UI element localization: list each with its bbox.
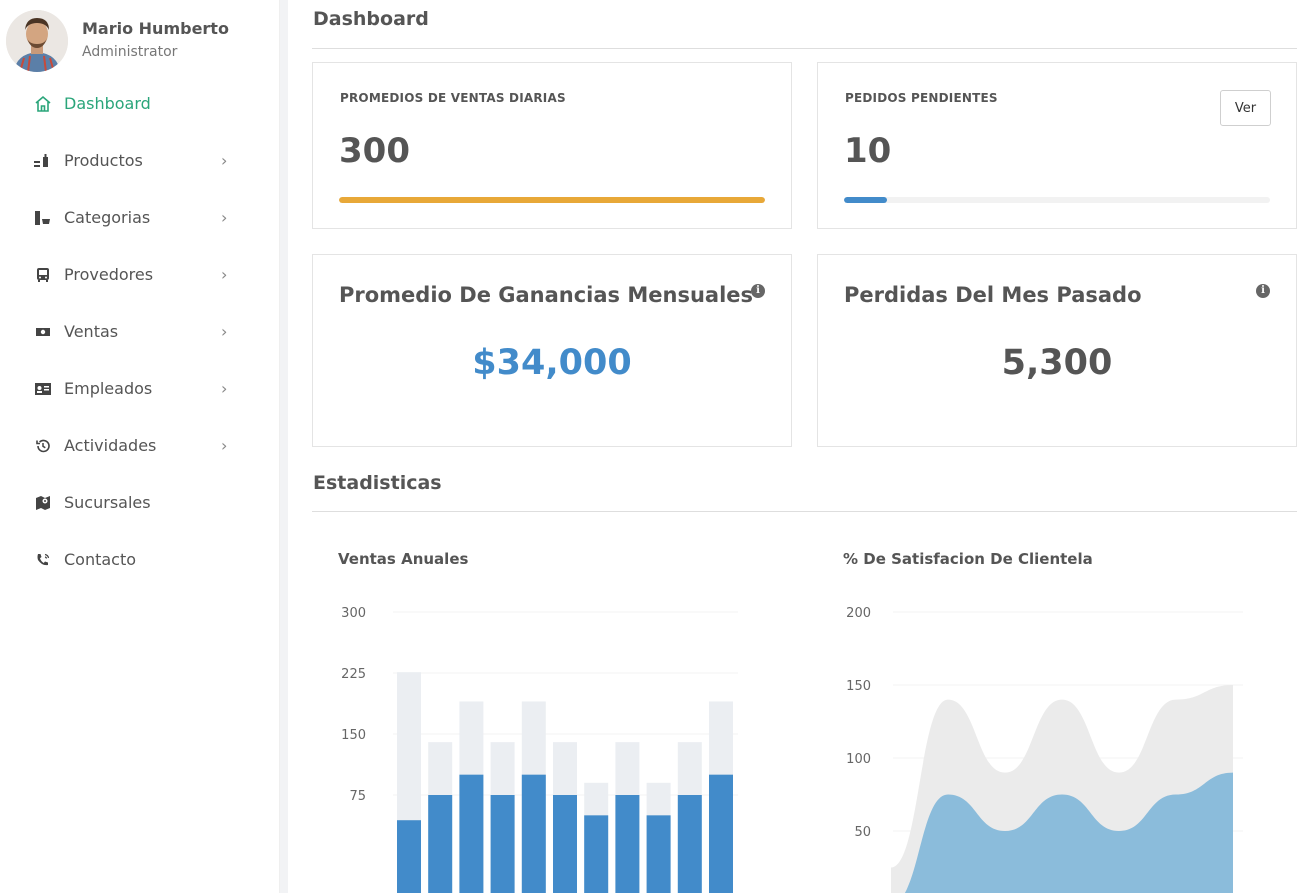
losses-value: 5,300 [1001, 343, 1113, 383]
bar [646, 815, 671, 893]
id-card-icon [33, 380, 53, 398]
sidebar-nav: Dashboard Productos › Categorias › Prove… [0, 75, 280, 588]
page-title: Dashboard [313, 8, 429, 30]
info-icon[interactable]: i [751, 284, 765, 298]
sidebar-item-ventas[interactable]: Ventas › [0, 303, 280, 360]
sidebar-item-label: Contacto [64, 550, 137, 569]
y-tick-label: 200 [846, 606, 871, 621]
bus-icon [33, 266, 53, 284]
annual-sales-chart: 75 150 225 300 [341, 606, 738, 893]
bar [677, 795, 702, 893]
info-icon[interactable]: i [1256, 284, 1270, 298]
sidebar-item-label: Productos [64, 151, 143, 170]
bar [397, 820, 421, 893]
avatar-image [6, 10, 68, 72]
stats-title: Estadisticas [313, 472, 442, 494]
map-marker-icon [33, 494, 53, 512]
monthly-profit-label: Promedio De Ganancias Mensuales [339, 283, 754, 307]
bar [521, 774, 546, 893]
history-icon [33, 437, 53, 455]
sidebar-item-label: Ventas [64, 322, 119, 341]
sidebar-item-label: Empleados [64, 379, 153, 398]
bar [553, 795, 577, 893]
losses-label: Perdidas Del Mes Pasado [844, 283, 1142, 307]
sidebar-item-label: Categorias [64, 208, 151, 227]
y-tick-label: 150 [846, 679, 871, 694]
phone-icon [33, 551, 53, 569]
losses-card: Perdidas Del Mes Pasado i 5,300 [817, 254, 1297, 447]
money-icon [33, 323, 53, 341]
profile-name: Mario Humberto [82, 19, 229, 38]
daily-sales-label: PROMEDIOS DE VENTAS DIARIAS [340, 91, 566, 105]
monthly-profit-card: Promedio De Ganancias Mensuales i $34,00… [312, 254, 792, 447]
pending-orders-value: 10 [844, 131, 892, 171]
title-divider [312, 48, 1297, 49]
pending-orders-progress-fill [844, 197, 887, 203]
y-tick-label: 100 [846, 752, 871, 767]
sidebar-item-label: Provedores [64, 265, 154, 284]
satisfaction-title: % De Satisfacion De Clientela [843, 550, 1093, 568]
chevron-right-icon: › [221, 435, 228, 455]
sidebar-divider [280, 0, 288, 893]
profile-role: Administrator [82, 44, 178, 60]
daily-sales-progress-fill [339, 197, 765, 203]
y-tick-label: 300 [341, 606, 366, 621]
sidebar-item-contacto[interactable]: Contacto [0, 531, 280, 588]
chevron-right-icon: › [221, 150, 228, 170]
sidebar-item-label: Sucursales [64, 493, 151, 512]
products-icon [33, 152, 53, 170]
home-icon [33, 95, 53, 113]
view-orders-button[interactable]: Ver [1220, 90, 1271, 126]
bar [428, 795, 453, 893]
pending-orders-card: PEDIDOS PENDIENTES Ver 10 [817, 62, 1297, 229]
categories-icon [33, 209, 53, 227]
sidebar-item-productos[interactable]: Productos › [0, 132, 280, 189]
y-tick-label: 50 [854, 825, 871, 840]
sidebar-item-dashboard[interactable]: Dashboard [0, 75, 280, 132]
annual-sales-title: Ventas Anuales [338, 550, 469, 568]
main-content: Dashboard PROMEDIOS DE VENTAS DIARIAS 30… [288, 0, 1297, 893]
y-tick-label: 225 [341, 667, 366, 682]
stats-divider [312, 511, 1297, 512]
y-tick-label: 75 [349, 789, 366, 804]
sidebar-item-actividades[interactable]: Actividades › [0, 417, 280, 474]
bar [615, 795, 640, 893]
sidebar-item-empleados[interactable]: Empleados › [0, 360, 280, 417]
chevron-right-icon: › [221, 264, 228, 284]
daily-sales-progress [339, 197, 765, 203]
sidebar-item-label: Actividades [64, 436, 157, 455]
user-profile[interactable]: Mario Humberto Administrator [6, 10, 276, 72]
satisfaction-chart: 50 100 150 200 [846, 606, 1243, 893]
chevron-right-icon: › [221, 321, 228, 341]
sidebar-item-label: Dashboard [64, 94, 151, 113]
bar [709, 774, 733, 893]
chevron-right-icon: › [221, 207, 228, 227]
monthly-profit-value: $34,000 [472, 343, 632, 383]
bar [584, 815, 609, 893]
sidebar: Mario Humberto Administrator Dashboard P… [0, 0, 280, 893]
pending-orders-progress [844, 197, 1270, 203]
daily-sales-card: PROMEDIOS DE VENTAS DIARIAS 300 [312, 62, 792, 229]
bar [490, 795, 515, 893]
y-tick-label: 150 [341, 728, 366, 743]
pending-orders-label: PEDIDOS PENDIENTES [845, 91, 998, 105]
bar [459, 774, 484, 893]
sidebar-item-provedores[interactable]: Provedores › [0, 246, 280, 303]
avatar [6, 10, 68, 72]
daily-sales-value: 300 [339, 131, 410, 171]
chevron-right-icon: › [221, 378, 228, 398]
sidebar-item-sucursales[interactable]: Sucursales [0, 474, 280, 531]
sidebar-item-categorias[interactable]: Categorias › [0, 189, 280, 246]
